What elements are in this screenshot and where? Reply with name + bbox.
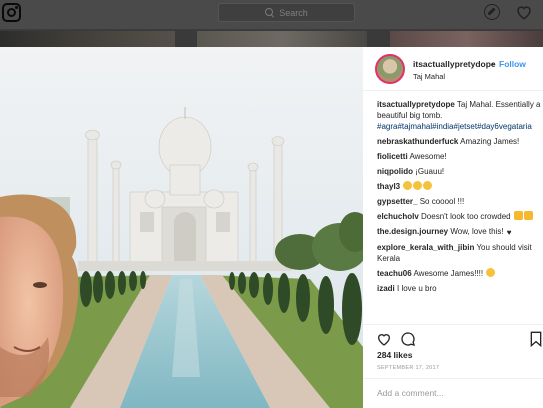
post-username[interactable]: itsactuallypretydope: [413, 59, 496, 69]
heart-icon[interactable]: [515, 3, 533, 21]
comment-username[interactable]: fiolicetti: [377, 152, 408, 161]
comment-username[interactable]: teachu06: [377, 269, 412, 278]
list-item: izadi I love u bro: [377, 283, 543, 294]
comment-username[interactable]: elchucholv: [377, 212, 419, 221]
add-comment-input[interactable]: [377, 388, 537, 398]
feed-background-image: [0, 31, 175, 47]
comment-username[interactable]: nebraskathunderfuck: [377, 137, 458, 146]
heart-eyes-emoji-icon: [423, 181, 433, 190]
list-item: teachu06 Awesome James!!!!: [377, 268, 543, 279]
search-icon: [265, 7, 275, 18]
list-item: nebraskathunderfuck Amazing James!: [377, 136, 543, 147]
comment-text: So cooool !!!: [417, 197, 465, 206]
comment-text: [400, 182, 402, 191]
list-item: thayl3: [377, 181, 543, 192]
post-photo[interactable]: [0, 47, 363, 408]
grinning-emoji-icon: [486, 268, 496, 277]
comment-username[interactable]: gypsetter_: [377, 197, 417, 206]
search-input[interactable]: Search: [218, 3, 355, 22]
compass-icon[interactable]: [484, 4, 500, 20]
caption: itsactuallypretydope Taj Mahal. Essentia…: [377, 99, 543, 132]
add-comment-bar: [363, 378, 543, 408]
list-item: niqpolido ¡Guauu!: [377, 166, 543, 177]
comment-text: Amazing James!: [458, 137, 520, 146]
comment-text: I love u bro: [394, 284, 437, 293]
like-heart-icon[interactable]: [376, 331, 392, 347]
thumbs-up-emoji-icon: [523, 211, 533, 220]
bookmark-icon[interactable]: [529, 331, 543, 347]
comments-list: itsactuallypretydope Taj Mahal. Essentia…: [377, 99, 543, 298]
heart-eyes-emoji-icon: [403, 181, 413, 190]
comment-username[interactable]: thayl3: [377, 182, 400, 191]
list-item: fiolicetti Awesome!: [377, 151, 543, 162]
post-header: itsactuallypretydope • Follow Taj Mahal: [363, 47, 543, 91]
comment-username[interactable]: the.design.journey: [377, 227, 448, 236]
post-location[interactable]: Taj Mahal: [413, 72, 445, 81]
list-item: the.design.journey Wow, love this! ♥: [377, 226, 543, 238]
likes-count[interactable]: 284 likes: [377, 350, 412, 360]
comment-username[interactable]: izadi: [377, 284, 395, 293]
caption-username[interactable]: itsactuallypretydope: [377, 100, 455, 109]
instagram-camera-icon[interactable]: [2, 3, 21, 22]
list-item: gypsetter_ So cooool !!!: [377, 196, 543, 207]
avatar[interactable]: [375, 54, 405, 84]
feed-background-image: [390, 31, 543, 47]
thumbs-up-emoji-icon: [513, 211, 523, 220]
comment-username[interactable]: niqpolido: [377, 167, 413, 176]
post-date: SEPTEMBER 17, 2017: [377, 365, 440, 371]
comment-text: ¡Guauu!: [413, 167, 445, 176]
post-actions: [363, 324, 543, 348]
heart-emoji-icon: ♥: [506, 228, 512, 237]
comment-text: Awesome James!!!!: [411, 269, 486, 278]
comment-text: Doesn't look too crowded: [418, 212, 513, 221]
top-nav: Search: [0, 0, 543, 30]
comment-username[interactable]: explore_kerala_with_jibin: [377, 243, 474, 252]
heart-eyes-emoji-icon: [413, 181, 423, 190]
post-details-panel: itsactuallypretydope • Follow Taj Mahal …: [363, 47, 543, 408]
list-item: explore_kerala_with_jibin You should vis…: [377, 242, 543, 264]
caption-hashtags[interactable]: #agra#tajmahal#india#jetset#day6vegatari…: [377, 121, 543, 132]
comment-bubble-icon[interactable]: [400, 331, 416, 347]
follow-separator: •: [491, 59, 494, 69]
feed-background-image: [197, 31, 367, 47]
list-item: elchucholv Doesn't look too crowded: [377, 211, 543, 222]
follow-button[interactable]: Follow: [499, 59, 526, 69]
search-placeholder: Search: [279, 7, 308, 18]
comment-text: Awesome!: [407, 152, 447, 161]
comment-text: Wow, love this!: [448, 227, 506, 236]
